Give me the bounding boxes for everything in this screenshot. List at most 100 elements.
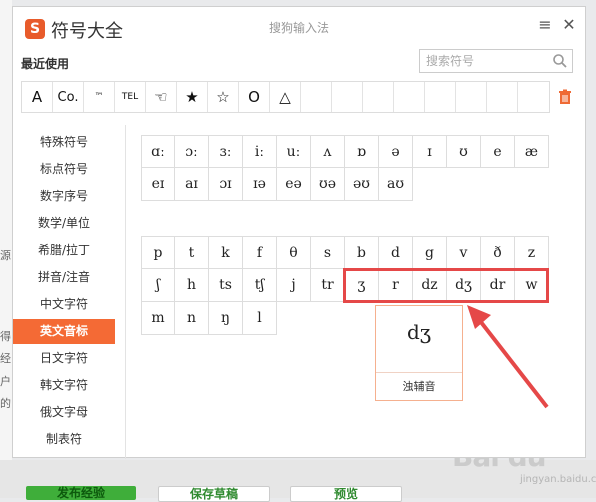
symbol-cell[interactable]: θ <box>277 236 311 269</box>
symbol-cell[interactable]: dr <box>481 269 515 302</box>
symbol-cell[interactable]: r <box>379 269 413 302</box>
symbol-cell[interactable]: ð <box>481 236 515 269</box>
symbol-cell[interactable]: ʃ <box>141 269 175 302</box>
symbol-cell[interactable]: ɒ <box>345 135 379 168</box>
sogou-logo-icon: S <box>25 19 45 39</box>
recent-symbols-row: A Co. ™ TEL ☜ ★ ☆ O △ <box>21 81 550 113</box>
save-draft-button[interactable]: 保存草稿 <box>158 486 270 502</box>
symbol-cell[interactable]: æ <box>515 135 549 168</box>
sidebar-item[interactable]: 拼音/注音 <box>13 265 115 290</box>
category-sidebar: 特殊符号 标点符号 数字序号 数学/单位 希腊/拉丁 拼音/注音 中文字符 英文音标 日文字符韩… <box>13 125 125 457</box>
symbol-cell[interactable]: tr <box>311 269 345 302</box>
symbol-cell[interactable]: ɔː <box>175 135 209 168</box>
symbol-cell[interactable]: n <box>175 302 209 335</box>
recent-symbol[interactable]: O <box>239 82 270 112</box>
recent-symbol[interactable]: A <box>22 82 53 112</box>
close-icon[interactable]: ✕ <box>559 15 579 35</box>
preview-button[interactable]: 预览 <box>290 486 402 502</box>
symbol-cell[interactable]: v <box>447 236 481 269</box>
recent-symbol[interactable] <box>487 82 518 112</box>
symbol-cell[interactable]: uː <box>277 135 311 168</box>
recent-symbol[interactable]: △ <box>270 82 301 112</box>
symbol-cell[interactable]: s <box>311 236 345 269</box>
symbol-cell[interactable]: aʊ <box>379 168 413 201</box>
symbol-cell[interactable]: ɑː <box>141 135 175 168</box>
symbol-cell[interactable]: ʌ <box>311 135 345 168</box>
symbol-cell[interactable]: j <box>277 269 311 302</box>
symbol-cell[interactable]: l <box>243 302 277 335</box>
symbol-window: S 符号大全 搜狗输入法 ≡ ✕ 最近使用 ACo.™TEL☜★☆O△ 特殊符号… <box>12 6 586 459</box>
symbol-cell[interactable]: dz <box>413 269 447 302</box>
recent-symbol[interactable] <box>425 82 456 112</box>
sidebar-item[interactable]: 标点符号 <box>13 157 115 182</box>
symbol-cell[interactable]: ɪ <box>413 135 447 168</box>
trash-icon[interactable] <box>557 89 573 105</box>
symbol-cell[interactable]: w <box>515 269 549 302</box>
recent-symbol[interactable]: TEL <box>115 82 146 112</box>
recent-symbol[interactable]: Co. <box>53 82 84 112</box>
search-box[interactable] <box>419 49 573 73</box>
background-text: 经 <box>0 352 11 365</box>
symbol-cell[interactable]: iː <box>243 135 277 168</box>
sidebar-item[interactable]: 中文字符 <box>13 292 115 317</box>
symbol-cell[interactable]: aɪ <box>175 168 209 201</box>
symbol-cell[interactable]: ɪə <box>243 168 277 201</box>
background-text: 的 <box>0 397 11 410</box>
symbol-cell[interactable]: ts <box>209 269 243 302</box>
recent-symbol[interactable] <box>394 82 425 112</box>
symbol-cell[interactable]: m <box>141 302 175 335</box>
symbol-cell[interactable]: z <box>515 236 549 269</box>
symbol-cell[interactable]: k <box>209 236 243 269</box>
recent-symbol[interactable] <box>363 82 394 112</box>
recent-symbol[interactable] <box>518 82 549 112</box>
symbol-cell[interactable]: h <box>175 269 209 302</box>
symbol-cell[interactable]: ʊə <box>311 168 345 201</box>
recent-symbol[interactable]: ™ <box>84 82 115 112</box>
symbol-cell[interactable]: ɔɪ <box>209 168 243 201</box>
search-icon[interactable] <box>552 53 568 69</box>
popup-label: 浊辅音 <box>402 380 436 393</box>
symbol-cell[interactable]: ə <box>379 135 413 168</box>
recent-symbol[interactable]: ☆ <box>208 82 239 112</box>
recent-symbol[interactable] <box>456 82 487 112</box>
sidebar-item[interactable]: 数学/单位 <box>13 211 115 236</box>
symbol-cell[interactable]: eə <box>277 168 311 201</box>
background-text: 源 <box>0 249 11 262</box>
sidebar-divider <box>125 125 126 459</box>
sidebar-item[interactable]: 日文字符 <box>13 346 115 371</box>
recent-label: 最近使用 <box>21 57 70 71</box>
symbol-cell[interactable]: dʒ <box>447 269 481 302</box>
search-input[interactable] <box>426 53 546 69</box>
symbol-cell[interactable]: ŋ <box>209 302 243 335</box>
watermark-url: jingyan.baidu.com <box>520 474 596 485</box>
symbol-cell[interactable]: b <box>345 236 379 269</box>
sidebar-item[interactable]: 特殊符号 <box>13 130 115 155</box>
symbol-cell[interactable]: tʃ <box>243 269 277 302</box>
symbol-cell[interactable]: f <box>243 236 277 269</box>
sidebar-item[interactable]: 英文音标 <box>13 319 115 344</box>
symbol-cell[interactable]: əʊ <box>345 168 379 201</box>
sidebar-item[interactable]: 制表符 <box>13 427 115 452</box>
recent-symbol[interactable] <box>301 82 332 112</box>
symbol-cell[interactable]: ɜː <box>209 135 243 168</box>
annotation-arrow <box>467 305 549 409</box>
recent-symbol[interactable]: ☜ <box>146 82 177 112</box>
sidebar-item[interactable]: 俄文字母 <box>13 400 115 425</box>
menu-icon[interactable]: ≡ <box>535 15 555 35</box>
symbol-cell[interactable]: e <box>481 135 515 168</box>
background-text: 得 <box>0 330 11 343</box>
symbol-cell[interactable]: d <box>379 236 413 269</box>
sidebar-item[interactable]: 数字序号 <box>13 184 115 209</box>
symbol-cell[interactable]: g <box>413 236 447 269</box>
sidebar-item[interactable]: 希腊/拉丁 <box>13 238 115 263</box>
symbol-cell[interactable]: t <box>175 236 209 269</box>
sidebar-item[interactable]: 韩文字符 <box>13 373 115 398</box>
popup-divider <box>376 372 462 373</box>
symbol-cell[interactable]: p <box>141 236 175 269</box>
recent-symbol[interactable]: ★ <box>177 82 208 112</box>
recent-symbol[interactable] <box>332 82 363 112</box>
symbol-cell[interactable]: ʊ <box>447 135 481 168</box>
popup-symbol: dʒ <box>406 320 432 344</box>
symbol-cell[interactable]: eɪ <box>141 168 175 201</box>
symbol-cell[interactable]: ʒ <box>345 269 379 302</box>
